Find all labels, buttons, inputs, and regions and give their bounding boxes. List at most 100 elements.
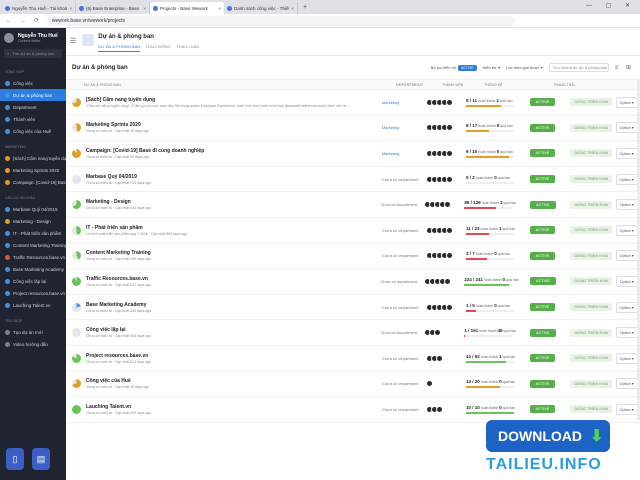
member-avatar[interactable]: [445, 98, 453, 106]
sidebar-item[interactable]: Dự án & phòng ban: [0, 89, 66, 101]
project-name[interactable]: Campaign: [Covid-19] Base đi cùng doanh …: [86, 148, 382, 154]
project-name[interactable]: Traffic Resources.base.vn: [86, 276, 380, 282]
stop-project-button[interactable]: DỪNG TRIỂN KHAI: [570, 200, 613, 209]
project-name[interactable]: Marbase Quý 04/2019: [86, 174, 382, 180]
stop-project-button[interactable]: DỪNG TRIỂN KHAI: [570, 123, 613, 132]
close-icon[interactable]: ×: [218, 6, 221, 11]
option-dropdown[interactable]: Option ▾: [615, 199, 638, 211]
browser-tab[interactable]: (6) Base Enterprise - Base ×: [76, 2, 150, 14]
browser-tab[interactable]: Projects - Base Wework ×: [150, 2, 224, 14]
header-tab[interactable]: DỰ ÁN & PHÒNG BAN: [98, 44, 141, 52]
sidebar-item[interactable]: Công việc lặp lại: [0, 275, 66, 287]
stop-project-button[interactable]: DỪNG TRIỂN KHAI: [570, 405, 613, 414]
active-status-button[interactable]: ACTIVE: [530, 200, 556, 209]
member-avatar[interactable]: [445, 175, 453, 183]
stop-project-button[interactable]: DỪNG TRIỂN KHAI: [570, 98, 613, 107]
stop-project-button[interactable]: DỪNG TRIỂN KHAI: [570, 251, 613, 260]
sidebar-item[interactable]: Base Marketing Academy: [0, 263, 66, 275]
option-dropdown[interactable]: Option ▾: [615, 96, 638, 108]
table-row[interactable]: Lauching Talent.vn Chưa có miêu tả · Cập …: [66, 397, 640, 423]
close-icon[interactable]: ×: [143, 6, 146, 11]
close-icon[interactable]: ×: [291, 6, 294, 11]
sidebar-item[interactable]: Thành viên: [0, 113, 66, 125]
active-status-button[interactable]: ACTIVE: [530, 277, 556, 286]
view-toggle-icons[interactable]: ≡ ⊞: [615, 64, 634, 71]
sidebar-item[interactable]: Lauching Talent.vn: [0, 299, 66, 311]
table-row[interactable]: Traffic Resources.base.vn Chưa có miêu tả…: [66, 269, 640, 295]
sidebar-item[interactable]: Marbase Quý 04/2019: [0, 203, 66, 215]
table-row[interactable]: Marketing - Design Chưa có miêu tả · Cập …: [66, 192, 640, 218]
filter-show[interactable]: Bộ lọc hiển thị ACTIVE: [431, 64, 477, 71]
active-status-button[interactable]: ACTIVE: [529, 405, 556, 414]
sidebar-item[interactable]: Marketing Sprints 2020: [0, 164, 66, 176]
member-avatar[interactable]: [445, 226, 453, 234]
quick-search-input[interactable]: Tìm nhanh dự án & phòng ban: [548, 63, 609, 72]
table-row[interactable]: Campaign: [Covid-19] Base đi cùng doanh …: [66, 141, 640, 167]
reload-icon[interactable]: ⟳: [34, 17, 39, 24]
option-dropdown[interactable]: Option ▾: [615, 378, 638, 390]
window-controls[interactable]: — ▢ ✕: [586, 2, 636, 9]
sidebar-item[interactable]: Traffic Resources.base.vn: [0, 251, 66, 263]
sidebar-search-input[interactable]: ⌕ Tìm dự án & phòng ban: [4, 49, 62, 58]
member-avatar[interactable]: [435, 354, 443, 362]
option-dropdown[interactable]: Option ▾: [615, 352, 638, 364]
active-status-button[interactable]: ACTIVE: [529, 149, 556, 158]
member-avatar[interactable]: [425, 380, 433, 388]
member-avatar[interactable]: [445, 124, 453, 132]
sidebar-item[interactable]: [Sách] Cẩm nang tuyển dụng: [0, 152, 66, 164]
option-dropdown[interactable]: Option ▾: [615, 275, 638, 287]
browser-tab[interactable]: Danh sách công việc - Thiết kế×: [224, 2, 298, 14]
sidebar-item[interactable]: Project resources.base.vn: [0, 287, 66, 299]
active-status-button[interactable]: ACTIVE: [529, 379, 556, 388]
sidebar-item[interactable]: Công việc của Huế: [0, 125, 66, 137]
forward-icon[interactable]: →: [20, 18, 26, 24]
stop-project-button[interactable]: DỪNG TRIỂN KHAI: [570, 226, 613, 235]
option-dropdown[interactable]: Option ▾: [615, 301, 638, 313]
stop-project-button[interactable]: DỪNG TRIỂN KHAI: [570, 277, 613, 286]
project-name[interactable]: IT - Phát triển sản phẩm: [86, 225, 382, 231]
show-dropdown[interactable]: Hiển thị ▾: [483, 65, 501, 70]
member-avatar[interactable]: [445, 149, 453, 157]
table-row[interactable]: Marbase Quý 04/2019 Chưa có miêu tả · Cập…: [66, 167, 640, 193]
project-name[interactable]: [Sách] Cẩm nang tuyển dụng: [86, 97, 382, 103]
stop-project-button[interactable]: DỪNG TRIỂN KHAI: [570, 149, 613, 158]
member-avatar[interactable]: [445, 303, 453, 311]
member-avatar[interactable]: [444, 201, 452, 209]
active-status-button[interactable]: ACTIVE: [529, 226, 556, 235]
table-row[interactable]: Công việc của Huế Chưa có miêu tả · Cập n…: [66, 372, 640, 398]
option-dropdown[interactable]: Option ▾: [615, 224, 638, 236]
active-status-button[interactable]: ACTIVE: [529, 98, 556, 107]
table-row[interactable]: [Sách] Cẩm nang tuyển dụng "Cẩm lớn tất c…: [66, 90, 640, 116]
active-status-button[interactable]: ACTIVE: [529, 123, 556, 132]
table-row[interactable]: Project resources.base.vn Chưa có miêu tả…: [66, 346, 640, 372]
stop-project-button[interactable]: DỪNG TRIỂN KHAI: [570, 354, 613, 363]
active-status-button[interactable]: ACTIVE: [529, 303, 556, 312]
sidebar-item[interactable]: Tạo dự án mới: [0, 326, 66, 338]
member-avatar[interactable]: [435, 405, 443, 413]
sidebar-item[interactable]: Content Marketing Training: [0, 239, 66, 251]
stop-project-button[interactable]: DỪNG TRIỂN KHAI: [570, 328, 613, 337]
option-dropdown[interactable]: Option ▾: [615, 403, 638, 415]
project-name[interactable]: Công việc của Huế: [86, 378, 382, 384]
member-avatar[interactable]: [434, 329, 442, 337]
project-name[interactable]: Công việc lặp lại: [86, 327, 381, 333]
header-tab[interactable]: HOẠT ĐỘNG: [146, 44, 170, 52]
option-dropdown[interactable]: Option ▾: [615, 122, 638, 134]
back-icon[interactable]: ←: [6, 18, 12, 24]
table-row[interactable]: IT - Phát triển sản phẩm Là hình phát tri…: [66, 218, 640, 244]
project-name[interactable]: Content Marketing Training: [86, 250, 382, 256]
option-dropdown[interactable]: Option ▾: [615, 327, 638, 339]
table-row[interactable]: Base Marketing Academy Chưa có miêu tả · …: [66, 295, 640, 321]
menu-icon[interactable]: ☰: [70, 37, 76, 45]
active-status-button[interactable]: ACTIVE: [529, 175, 556, 184]
option-dropdown[interactable]: Option ▾: [615, 147, 638, 159]
sidebar-item[interactable]: IT - Phát triển sản phẩm: [0, 227, 66, 239]
clipboard-icon[interactable]: ▤: [32, 448, 50, 470]
table-row[interactable]: Content Marketing Training Chưa có miêu t…: [66, 244, 640, 270]
new-tab-button[interactable]: +: [298, 2, 312, 14]
option-dropdown[interactable]: Option ▾: [615, 250, 638, 262]
table-row[interactable]: Công việc lặp lại Chưa có miêu tả · Cập n…: [66, 320, 640, 346]
sidebar-item[interactable]: Campaign: [Covid-19] Base đi: [0, 176, 66, 188]
project-name[interactable]: Lauching Talent.vn: [86, 404, 382, 410]
time-filter-dropdown[interactable]: Lọc theo giai đoạn ▾: [506, 65, 543, 70]
